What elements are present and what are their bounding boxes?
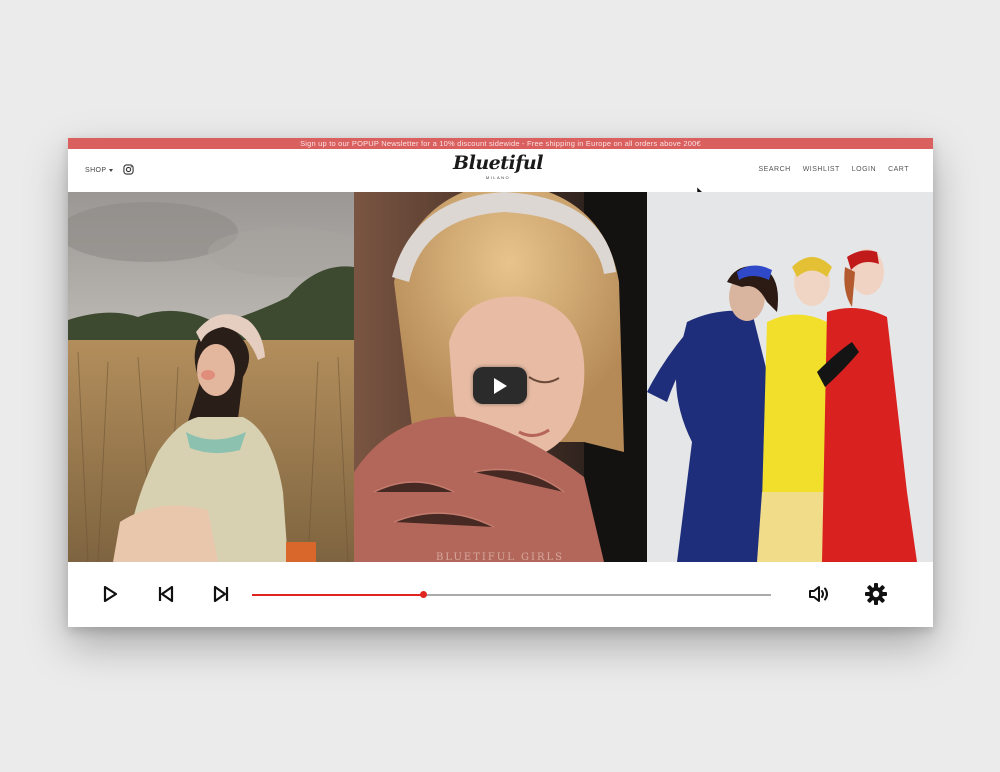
- nav-wishlist[interactable]: WISHLIST: [803, 166, 840, 173]
- promo-banner[interactable]: Sign up to our POPUP Newsletter for a 10…: [68, 138, 933, 149]
- nav-login[interactable]: LOGIN: [852, 166, 876, 173]
- video-play-button[interactable]: [473, 367, 527, 404]
- site-header: SHOP Bluetiful MILANO SEARCH WISHLIST LO…: [68, 149, 933, 197]
- progress-thumb[interactable]: [419, 591, 427, 598]
- hero-image-field[interactable]: [68, 192, 354, 562]
- play-icon: [494, 377, 507, 394]
- shop-menu-label: SHOP: [85, 167, 107, 174]
- video-watermark: BLUETIFUL GIRLS: [436, 552, 564, 562]
- progress-fill: [252, 594, 424, 596]
- video-player-controls: [68, 562, 933, 627]
- volume-icon[interactable]: [808, 584, 832, 604]
- field-photo: [68, 192, 354, 562]
- brand-logo[interactable]: Bluetiful: [448, 152, 548, 174]
- chevron-down-icon: [109, 169, 114, 172]
- nav-cart[interactable]: CART: [888, 166, 909, 173]
- settings-gear-icon[interactable]: [864, 582, 888, 606]
- shop-menu[interactable]: SHOP: [85, 167, 114, 174]
- previous-icon[interactable]: [156, 584, 176, 604]
- hero-image-coats[interactable]: [647, 192, 933, 562]
- instagram-icon[interactable]: [123, 164, 134, 175]
- nav-search[interactable]: SEARCH: [759, 166, 791, 173]
- browser-frame: Sign up to our POPUP Newsletter for a 10…: [68, 138, 933, 627]
- play-icon[interactable]: [100, 584, 120, 604]
- coats-photo: [647, 192, 933, 562]
- brand-logo-sub: MILANO: [485, 175, 511, 180]
- progress-track[interactable]: [252, 591, 771, 598]
- next-icon[interactable]: [211, 584, 231, 604]
- header-nav: SEARCH WISHLIST LOGIN CART: [759, 166, 909, 173]
